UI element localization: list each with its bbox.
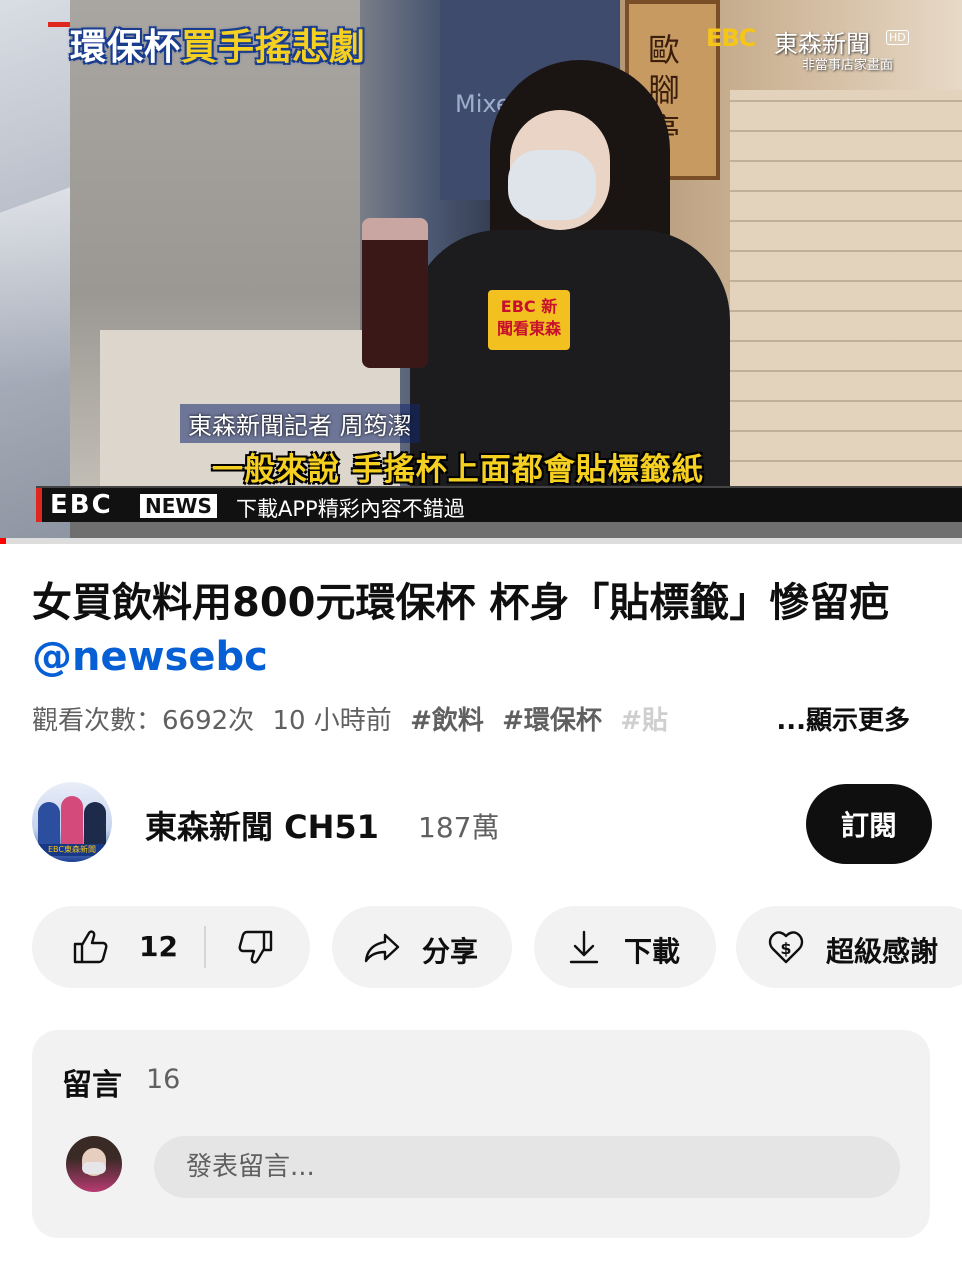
video-frame-edge: [0, 0, 70, 540]
ticker-logo: EBC: [50, 490, 113, 520]
avatar-band-text: EBC東森新聞: [32, 844, 112, 856]
video-progress-bar[interactable]: [0, 538, 962, 544]
ticker-news-badge: NEWS: [140, 494, 217, 518]
view-count: 觀看次數：6692次: [32, 706, 255, 736]
video-subtitle: 一般來說 手搖杯上面都會貼標籤紙: [212, 452, 704, 488]
share-icon: [364, 933, 400, 963]
like-dislike-group: 12: [32, 906, 310, 988]
share-label: 分享: [422, 935, 479, 968]
news-ticker: EBC NEWS 下載APP精彩內容不錯過: [36, 486, 962, 522]
comments-section[interactable]: 留言 16: [32, 1030, 930, 1238]
ebc-logo: EBC: [706, 24, 756, 52]
video-meta[interactable]: 觀看次數：6692次 10 小時前 #飲料 #環保杯 #貼 ...顯示更多: [32, 700, 932, 740]
download-button[interactable]: 下載: [534, 906, 716, 988]
comment-input[interactable]: [154, 1136, 900, 1198]
hd-badge: HD: [886, 30, 909, 45]
hashtag-link[interactable]: #環保杯: [502, 706, 602, 736]
show-more-link[interactable]: ...顯示更多: [770, 700, 910, 737]
dislike-button[interactable]: [206, 906, 310, 988]
hashtag-link[interactable]: #貼: [620, 706, 668, 736]
comments-count: 16: [146, 1064, 181, 1095]
svg-text:$: $: [780, 939, 791, 958]
super-thanks-label: 超級感謝: [826, 935, 939, 968]
like-count: 12: [139, 930, 178, 963]
ticker-text: 下載APP精彩內容不錯過: [236, 497, 465, 521]
channel-avatar[interactable]: EBC東森新聞: [32, 782, 112, 862]
subscribe-button[interactable]: 訂閱: [806, 784, 932, 864]
upload-time: 10 小時前: [272, 706, 392, 736]
download-icon: [569, 930, 599, 964]
share-button[interactable]: 分享: [332, 906, 512, 988]
progress-fill: [0, 538, 6, 544]
mic-label: EBC 新聞看東森: [496, 297, 561, 338]
reporter-caption: 東森新聞記者 周筠潔: [180, 404, 420, 443]
subscriber-count: 187萬: [418, 811, 500, 844]
super-thanks-heart-icon: $: [768, 931, 804, 964]
thumbs-down-icon: [238, 930, 273, 964]
like-button[interactable]: 12: [32, 906, 204, 988]
video-player[interactable]: Mixed Berr Gre 歐腳亭 EBC 新聞看東森 環保杯買手搖悲劇 EB…: [0, 0, 962, 540]
video-title[interactable]: 女買飲料用800元環保杯 杯身「貼標籤」慘留疤 @newsebc: [32, 576, 932, 684]
hashtag-link[interactable]: #飲料: [410, 706, 484, 736]
thumbs-up-icon: [73, 930, 108, 964]
red-accent: [48, 22, 70, 27]
download-label: 下載: [624, 935, 681, 968]
footage-note: 非當事店家畫面: [802, 58, 894, 73]
channel-handle-link[interactable]: @newsebc: [32, 634, 268, 680]
user-avatar: [66, 1136, 122, 1192]
video-headline: 環保杯買手搖悲劇: [70, 27, 367, 68]
comments-title: 留言: [62, 1068, 122, 1103]
channel-name[interactable]: 東森新聞 CH51: [145, 802, 379, 848]
super-thanks-button[interactable]: $ 超級感謝: [736, 906, 962, 988]
tumbler-cup: [362, 218, 428, 368]
